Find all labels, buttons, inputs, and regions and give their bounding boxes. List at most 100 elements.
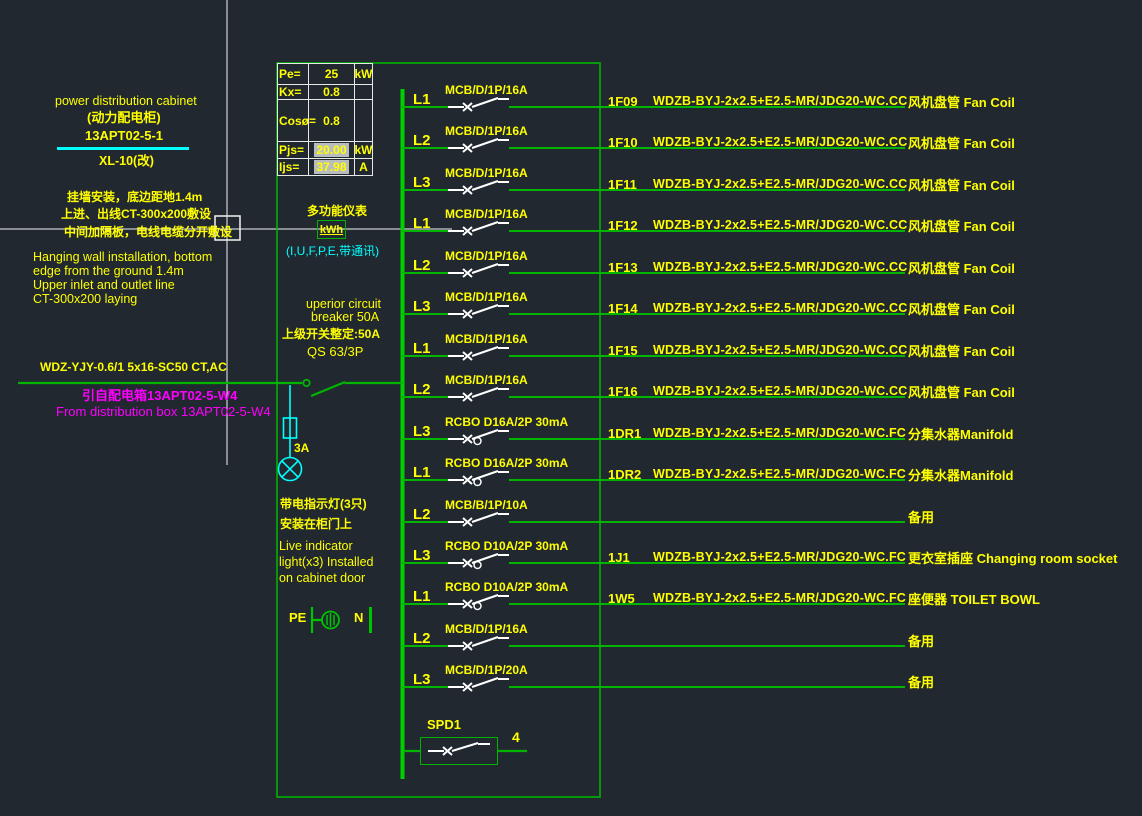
breaker-type-label: MCB/D/1P/16A: [445, 83, 528, 97]
load-label: 分集水器Manifold: [908, 424, 1013, 443]
highlighted-field[interactable]: 20.00: [314, 143, 348, 157]
fuse-rating-label: 3A: [294, 442, 309, 455]
meter-functions: (I,U,F,P,E,带通讯): [286, 245, 379, 258]
load-label: 备用: [908, 672, 934, 691]
phase-label: L1: [413, 588, 431, 605]
breaker-type-label: RCBO D16A/2P 30mA: [445, 415, 568, 429]
circuit-id: 1J1: [608, 550, 630, 565]
cable-spec: WDZB-BYJ-2x2.5+E2.5-MR/JDG20-WC.FC: [653, 467, 906, 481]
install-note-en-4: CT-300x200 laying: [33, 293, 137, 306]
circuit-id: 1F12: [608, 218, 638, 233]
circuit-id: 1F15: [608, 343, 638, 358]
cad-drawing-canvas: Pe= 25 kW Kx= 0.8 Cosø= 0.8 Pjs= 20.00 k…: [0, 0, 1142, 816]
phase-label: L3: [413, 547, 431, 564]
param-value-field[interactable]: 20.00: [308, 142, 354, 158]
circuit-id: 1F11: [608, 177, 637, 192]
param-label: Pjs=: [278, 142, 308, 158]
branch-line: [509, 521, 905, 523]
load-label: 风机盘管 Fan Coil: [908, 133, 1015, 152]
install-note-cn-2: 上进、出线CT-300x200敷设: [61, 208, 211, 221]
cabinet-title-cn: (动力配电柜): [87, 111, 161, 125]
phase-label: L2: [413, 630, 431, 647]
branch-circuit-row[interactable]: L3 RCBO D10A/2P 30mA 1J1 WDZB-BYJ-2x2.5+…: [402, 537, 1142, 571]
branch-circuit-row[interactable]: L2 MCB/B/1P/10A 备用: [402, 496, 1142, 530]
circuit-id: 1F09: [608, 94, 638, 109]
meter-name: 多功能仪表: [307, 205, 367, 218]
load-label: 座便器 TOILET BOWL: [908, 589, 1040, 608]
load-label: 备用: [908, 631, 934, 650]
cable-spec: WDZB-BYJ-2x2.5+E2.5-MR/JDG20-WC.CC: [653, 343, 907, 357]
highlighted-field[interactable]: 37.98: [314, 160, 348, 174]
param-unit: [354, 85, 372, 99]
breaker-type-label: MCB/D/1P/16A: [445, 124, 528, 138]
cable-spec: WDZB-BYJ-2x2.5+E2.5-MR/JDG20-WC.CC: [653, 135, 907, 149]
circuit-id: 1F13: [608, 260, 638, 275]
load-label: 风机盘管 Fan Coil: [908, 382, 1015, 401]
cable-spec: WDZB-BYJ-2x2.5+E2.5-MR/JDG20-WC.FC: [653, 550, 906, 564]
param-unit: kW: [354, 142, 372, 158]
branch-line: [509, 645, 905, 647]
param-unit: [354, 100, 372, 141]
kwh-meter-box[interactable]: kWh: [317, 220, 346, 239]
circuit-id: 1F14: [608, 301, 638, 316]
branch-circuit-row[interactable]: L1 MCB/D/1P/16A 1F12 WDZB-BYJ-2x2.5+E2.5…: [402, 205, 1142, 239]
table-row: Pjs= 20.00 kW: [278, 141, 372, 158]
branch-circuit-row[interactable]: L2 MCB/D/1P/16A 备用: [402, 620, 1142, 654]
branch-circuit-row[interactable]: L2 MCB/D/1P/16A 1F13 WDZB-BYJ-2x2.5+E2.5…: [402, 247, 1142, 281]
cable-spec: WDZB-BYJ-2x2.5+E2.5-MR/JDG20-WC.CC: [653, 301, 907, 315]
circuit-id: 1DR1: [608, 426, 641, 441]
param-label: Cosø=: [278, 100, 308, 141]
branch-circuit-row[interactable]: L3 MCB/D/1P/16A 1F11 WDZB-BYJ-2x2.5+E2.5…: [402, 164, 1142, 198]
install-note-en-2: edge from the ground 1.4m: [33, 265, 184, 278]
branch-circuit-row[interactable]: L2 MCB/D/1P/16A 1F10 WDZB-BYJ-2x2.5+E2.5…: [402, 122, 1142, 156]
load-label: 更衣室插座 Changing room socket: [908, 548, 1117, 567]
branch-circuit-row[interactable]: L3 MCB/D/1P/16A 1F14 WDZB-BYJ-2x2.5+E2.5…: [402, 288, 1142, 322]
spd-pole-count: 4: [512, 730, 520, 745]
branch-circuit-row[interactable]: L1 MCB/D/1P/16A 1F15 WDZB-BYJ-2x2.5+E2.5…: [402, 330, 1142, 364]
breaker-type-label: MCB/D/1P/16A: [445, 249, 528, 263]
cable-spec: WDZB-BYJ-2x2.5+E2.5-MR/JDG20-WC.FC: [653, 591, 906, 605]
fuse-lamp-branch[interactable]: [279, 385, 302, 481]
power-parameters-table[interactable]: Pe= 25 kW Kx= 0.8 Cosø= 0.8 Pjs= 20.00 k…: [277, 63, 373, 176]
main-breaker-note-cn: 上级开关整定:50A: [282, 328, 380, 341]
param-value-field[interactable]: 37.98: [308, 159, 354, 175]
branch-circuit-row[interactable]: L3 RCBO D16A/2P 30mA 1DR1 WDZB-BYJ-2x2.5…: [402, 413, 1142, 447]
pe-label: PE: [289, 611, 306, 625]
phase-label: L3: [413, 298, 431, 315]
breaker-type-label: MCB/D/1P/16A: [445, 622, 528, 636]
cyan-underline: [57, 147, 189, 150]
spd-device-box[interactable]: [420, 737, 498, 765]
branch-circuit-row[interactable]: L1 RCBO D16A/2P 30mA 1DR2 WDZB-BYJ-2x2.5…: [402, 454, 1142, 488]
cabinet-model: XL-10(改): [99, 155, 154, 168]
indicator-note-en-1: Live indicator: [279, 540, 353, 553]
branch-circuit-row[interactable]: L2 MCB/D/1P/16A 1F16 WDZB-BYJ-2x2.5+E2.5…: [402, 371, 1142, 405]
branch-circuit-row[interactable]: L1 MCB/D/1P/16A 1F09 WDZB-BYJ-2x2.5+E2.5…: [402, 81, 1142, 115]
branch-circuit-row[interactable]: L3 MCB/D/1P/20A 备用: [402, 661, 1142, 695]
cabinet-id: 13APT02-5-1: [85, 129, 163, 143]
breaker-type-label: MCB/D/1P/16A: [445, 207, 528, 221]
param-label: Kx=: [278, 85, 308, 99]
incoming-cable-spec: WDZ-YJY-0.6/1 5x16-SC50 CT,AC: [40, 361, 227, 374]
load-label: 风机盘管 Fan Coil: [908, 341, 1015, 360]
main-breaker-model: QS 63/3P: [307, 345, 363, 359]
load-label: 风机盘管 Fan Coil: [908, 216, 1015, 235]
circuit-id: 1DR2: [608, 467, 641, 482]
install-note-cn-1: 挂墙安装，底边距地1.4m: [67, 191, 202, 204]
spd-label: SPD1: [427, 718, 461, 732]
load-label: 风机盘管 Fan Coil: [908, 92, 1015, 111]
branch-circuit-row[interactable]: L1 RCBO D10A/2P 30mA 1W5 WDZB-BYJ-2x2.5+…: [402, 578, 1142, 612]
phase-label: L3: [413, 423, 431, 440]
breaker-type-label: RCBO D16A/2P 30mA: [445, 456, 568, 470]
cable-spec: WDZB-BYJ-2x2.5+E2.5-MR/JDG20-WC.CC: [653, 218, 907, 232]
phase-label: L2: [413, 257, 431, 274]
param-label: Pe=: [278, 64, 308, 84]
cabinet-title-en: power distribution cabinet: [55, 95, 197, 108]
phase-label: L1: [413, 340, 431, 357]
load-label: 风机盘管 Fan Coil: [908, 258, 1015, 277]
phase-label: L2: [413, 132, 431, 149]
breaker-type-label: MCB/D/1P/16A: [445, 332, 528, 346]
branch-line: [509, 686, 905, 688]
breaker-type-label: MCB/D/1P/16A: [445, 166, 528, 180]
param-value: 25: [308, 64, 354, 84]
phase-label: L2: [413, 506, 431, 523]
